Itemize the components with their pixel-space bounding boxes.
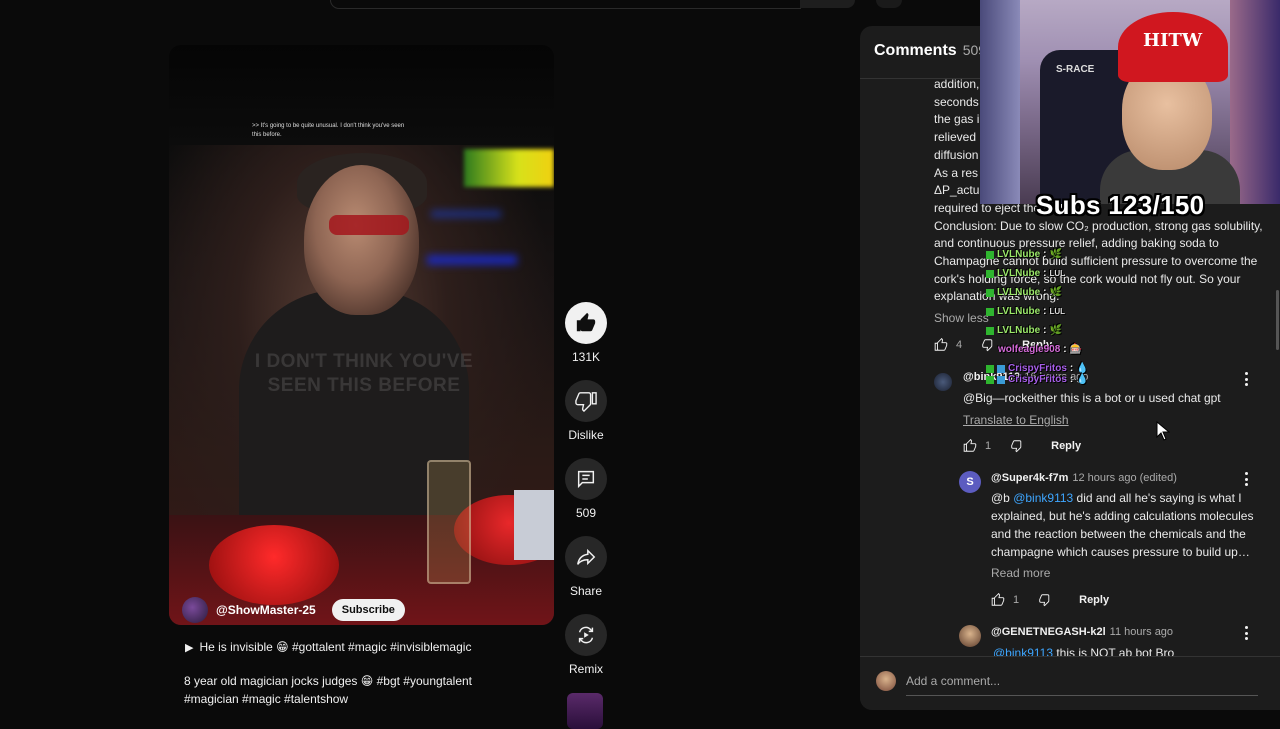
chat-message: LVLNube : 🌿 — [986, 245, 1089, 264]
comment-body: @b @bink9113 did and all he's saying is … — [991, 491, 1254, 559]
badge-icon — [986, 375, 994, 384]
channel-avatar[interactable] — [182, 597, 208, 623]
search-bar-edge[interactable] — [330, 0, 801, 9]
comments-button[interactable] — [565, 458, 607, 500]
share-icon — [577, 548, 596, 566]
voice-search-edge[interactable] — [876, 0, 902, 8]
chat-message: LVLNube : 🌿 — [986, 283, 1089, 302]
more-options-icon[interactable] — [1244, 472, 1248, 486]
subscribe-button[interactable]: Subscribe — [331, 599, 405, 621]
comment-count: 509 — [575, 506, 597, 520]
avatar — [876, 671, 896, 691]
thumbs-up-icon[interactable] — [934, 338, 948, 352]
comments-action: 509 — [562, 458, 610, 520]
chat-message: wolfeagle908 : 🎰 — [998, 344, 1083, 355]
video-caption: >> It's going to be quite unusual. I don… — [252, 123, 405, 138]
cap-logo: HITW — [1143, 30, 1203, 51]
remix-label: Remix — [568, 662, 603, 676]
red-buzzer — [209, 525, 339, 605]
comments-scrollbar[interactable] — [1276, 290, 1279, 350]
add-comment-input[interactable]: Add a comment... — [906, 674, 1000, 688]
avatar[interactable] — [959, 625, 981, 647]
thumbs-down-icon — [575, 392, 597, 412]
badge-icon — [997, 364, 1005, 373]
dislike-action: Dislike — [562, 380, 610, 442]
badge-icon — [997, 375, 1005, 384]
chat-message: LVLNube : 🌿 — [986, 321, 1089, 340]
thumbs-up-icon[interactable] — [991, 593, 1005, 607]
play-icon: ▶ — [185, 641, 194, 654]
badge-icon — [986, 288, 994, 297]
share-button[interactable] — [565, 536, 607, 578]
like-button[interactable] — [565, 302, 607, 344]
comments-header: Comments 509 — [874, 42, 987, 59]
badge-icon — [986, 250, 994, 259]
like-count: 131K — [571, 350, 601, 364]
audio-thumbnail[interactable] — [567, 693, 603, 729]
more-options-icon[interactable] — [1244, 626, 1248, 640]
thumbs-down-icon[interactable] — [1039, 593, 1053, 607]
chat-message: CrispyFritos : 💧 — [986, 370, 1089, 389]
judge-face — [304, 165, 419, 315]
comment-author[interactable]: @GENETNEGASH-k2l 11 hours ago — [991, 626, 1173, 638]
channel-row: @ShowMaster-25 Subscribe — [182, 597, 405, 623]
dislike-label: Dislike — [568, 428, 604, 442]
thumbs-up-icon[interactable] — [963, 439, 977, 453]
badge-icon — [986, 269, 994, 278]
comment-like-count: 1 — [1013, 594, 1020, 606]
chair-brand: S-RACE — [1056, 64, 1095, 75]
comment-actions-row: 1 Reply — [991, 593, 1109, 607]
dislike-button[interactable] — [565, 380, 607, 422]
video-title-text: He is invisible 😁 #gottalent #magic #inv… — [199, 640, 472, 654]
more-options-icon[interactable] — [1244, 372, 1248, 386]
reply-button[interactable]: Reply — [1051, 440, 1081, 452]
mouse-cursor-icon — [1156, 421, 1170, 441]
comment-like-count: 4 — [956, 339, 963, 351]
comment-icon — [577, 470, 595, 489]
avatar[interactable] — [934, 373, 952, 391]
chat-message: LVLNube : LUL — [986, 302, 1089, 321]
video-title[interactable]: ▶ He is invisible 😁 #gottalent #magic #i… — [185, 640, 471, 654]
badge-icon — [986, 326, 994, 335]
mention-link[interactable]: @bink9113 — [1013, 491, 1073, 505]
comment-like-count: 1 — [985, 440, 992, 452]
video-description: 8 year old magician jocks judges 😁 #bgt … — [184, 674, 473, 706]
translate-link[interactable]: Translate to English — [963, 413, 1069, 427]
show-less-link[interactable]: Show less — [934, 311, 989, 325]
search-button-edge[interactable] — [800, 0, 855, 8]
channel-name[interactable]: @ShowMaster-25 — [216, 603, 316, 617]
comment-actions-row: 1 Reply — [963, 439, 1081, 453]
stream-chat-overlay: LVLNube : 🌿 LVLNube : LUL LVLNube : 🌿 LV… — [986, 245, 1089, 389]
video-overlay-text: I DON'T THINK YOU'VE SEEN THIS BEFORE — [254, 351, 474, 396]
remix-button[interactable] — [565, 614, 607, 656]
share-action: Share — [562, 536, 610, 598]
chat-message: LVLNube : LUL — [986, 264, 1089, 283]
comment-body: @Big—rockeither this is a bot or u used … — [963, 391, 1221, 405]
badge-icon — [986, 307, 994, 316]
like-action: 131K — [562, 302, 610, 364]
shorts-video-player[interactable]: >> It's going to be quite unusual. I don… — [169, 45, 554, 625]
share-label: Share — [569, 584, 603, 598]
reply-button[interactable]: Reply — [1079, 594, 1109, 606]
remix-icon — [578, 626, 594, 644]
streamer-webcam: S-RACE HITW — [980, 0, 1280, 204]
thumbs-up-icon — [576, 312, 596, 332]
read-more-link[interactable]: Read more — [991, 566, 1050, 580]
thumbs-down-icon[interactable] — [1011, 439, 1025, 453]
comment-author[interactable]: @Super4k-f7m 12 hours ago (edited) — [991, 472, 1177, 484]
badge-icon — [986, 364, 994, 373]
subs-goal: Subs 123/150 — [1036, 190, 1205, 220]
avatar[interactable]: S — [959, 471, 981, 493]
add-comment-bar: Add a comment... — [860, 656, 1280, 710]
remix-action: Remix — [562, 614, 610, 676]
